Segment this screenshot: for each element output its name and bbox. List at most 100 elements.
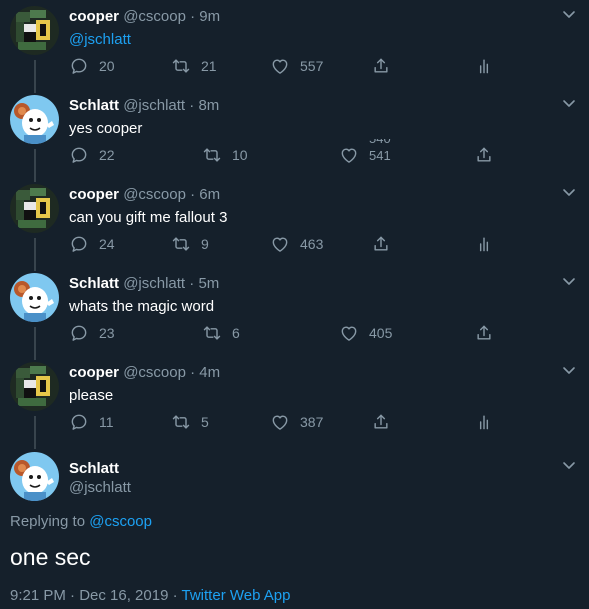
reply-count: 22 [99, 147, 115, 163]
avatar[interactable] [10, 6, 59, 55]
reply-button[interactable]: 22 [69, 145, 115, 165]
analytics-button[interactable] [474, 56, 494, 81]
retweet-button[interactable]: 9 [171, 234, 209, 254]
timestamp[interactable]: 5m [198, 275, 219, 292]
author-handle[interactable]: @jschlatt [69, 479, 131, 496]
separator: · [190, 8, 196, 25]
share-button[interactable] [474, 323, 494, 348]
analytics-icon [474, 56, 494, 76]
reply-count: 23 [99, 325, 115, 341]
retweet-button[interactable]: 21 [171, 56, 217, 76]
chevron-down-icon[interactable] [562, 461, 576, 471]
tweet-meta: 9:21 PM · Dec 16, 2019 · Twitter Web App [10, 587, 290, 604]
timestamp[interactable]: 8m [198, 97, 219, 114]
author-handle[interactable]: @cscoop [123, 186, 186, 203]
author-name[interactable]: cooper [69, 186, 119, 203]
timestamp[interactable]: 9m [199, 8, 220, 25]
analytics-button[interactable] [474, 412, 494, 437]
author-name[interactable]: Schlatt [69, 460, 119, 477]
timestamp[interactable]: 9:21 PM · Dec 16, 2019 [10, 587, 168, 604]
like-count: 557 [300, 58, 324, 74]
heart-icon [270, 234, 290, 254]
source-app-link[interactable]: Twitter Web App [182, 587, 291, 604]
retweet-count: 9 [201, 236, 209, 252]
like-count-next: 541 [369, 148, 391, 163]
retweet-button[interactable]: 10 [202, 145, 248, 165]
avatar[interactable] [10, 362, 59, 411]
share-button[interactable] [371, 412, 391, 437]
avatar[interactable] [10, 273, 59, 322]
pixel-avatar-icon [10, 6, 59, 55]
avatar[interactable] [10, 184, 59, 233]
author-name[interactable]: cooper [69, 364, 119, 381]
reply-button[interactable]: 11 [69, 412, 114, 432]
pixel-avatar-icon [10, 184, 59, 233]
retweet-icon [171, 56, 191, 76]
author-handle[interactable]: @jschlatt [123, 275, 185, 292]
like-count-rolling: 540 541 [369, 139, 395, 163]
like-button[interactable] [339, 145, 359, 165]
chevron-down-icon[interactable] [562, 188, 576, 198]
like-button[interactable]: 405 [339, 323, 392, 343]
share-icon [474, 145, 494, 165]
retweet-count: 10 [232, 147, 248, 163]
tweet[interactable]: cooper @cscoop · 4m please 11 5 387 [0, 356, 589, 445]
share-button[interactable] [474, 145, 494, 170]
chevron-down-icon[interactable] [562, 99, 576, 109]
author-handle[interactable]: @jschlatt [123, 97, 185, 114]
avatar[interactable] [10, 452, 59, 501]
retweet-count: 21 [201, 58, 217, 74]
author-name[interactable]: cooper [69, 8, 119, 25]
mention-link[interactable]: @cscoop [89, 513, 152, 530]
analytics-button[interactable] [474, 234, 494, 259]
share-button[interactable] [371, 234, 391, 259]
tweet-text: one sec [10, 544, 91, 570]
reply-icon [69, 234, 89, 254]
author-name[interactable]: Schlatt [69, 275, 119, 292]
chevron-down-icon[interactable] [562, 277, 576, 287]
heart-icon [339, 145, 359, 165]
reply-button[interactable]: 20 [69, 56, 115, 76]
share-icon [474, 323, 494, 343]
share-button[interactable] [371, 56, 391, 81]
timestamp[interactable]: 4m [199, 364, 220, 381]
like-count: 387 [300, 414, 324, 430]
tweet[interactable]: Schlatt @jschlatt · 8m yes cooper 22 10 … [0, 89, 589, 178]
tweet-header: Schlatt @jschlatt · 5m [69, 275, 219, 292]
tweet-header: cooper @cscoop · 4m [69, 364, 220, 381]
ram-avatar-icon [10, 273, 59, 322]
like-count: 405 [369, 325, 393, 341]
analytics-icon [474, 234, 494, 254]
reply-count: 11 [99, 414, 114, 430]
tweet[interactable]: cooper @cscoop · 9m @jschlatt 20 21 557 [0, 0, 589, 89]
reply-icon [69, 56, 89, 76]
mention-link[interactable]: @jschlatt [69, 31, 131, 48]
author-handle[interactable]: @cscoop [123, 8, 186, 25]
timestamp[interactable]: 6m [199, 186, 220, 203]
tweet[interactable]: cooper @cscoop · 6m can you gift me fall… [0, 178, 589, 267]
retweet-icon [202, 145, 222, 165]
chevron-down-icon[interactable] [562, 366, 576, 376]
like-button[interactable]: 387 [270, 412, 323, 432]
analytics-icon [474, 412, 494, 432]
retweet-button[interactable]: 5 [171, 412, 209, 432]
reply-button[interactable]: 23 [69, 323, 115, 343]
tweet-text: whats the magic word [69, 298, 215, 315]
tweet[interactable]: Schlatt @jschlatt · 5m whats the magic w… [0, 267, 589, 356]
reply-button[interactable]: 24 [69, 234, 115, 254]
heart-icon [270, 412, 290, 432]
avatar[interactable] [10, 95, 59, 144]
separator: · [189, 97, 195, 114]
tweet-text: yes cooper [69, 120, 143, 137]
chevron-down-icon[interactable] [562, 10, 576, 20]
author-handle[interactable]: @cscoop [123, 364, 186, 381]
share-icon [371, 56, 391, 76]
reply-icon [69, 323, 89, 343]
author-name[interactable]: Schlatt [69, 97, 119, 114]
like-button[interactable]: 557 [270, 56, 323, 76]
share-icon [371, 234, 391, 254]
like-button[interactable]: 463 [270, 234, 323, 254]
ram-avatar-icon [10, 95, 59, 144]
retweet-button[interactable]: 6 [202, 323, 240, 343]
heart-icon [339, 323, 359, 343]
